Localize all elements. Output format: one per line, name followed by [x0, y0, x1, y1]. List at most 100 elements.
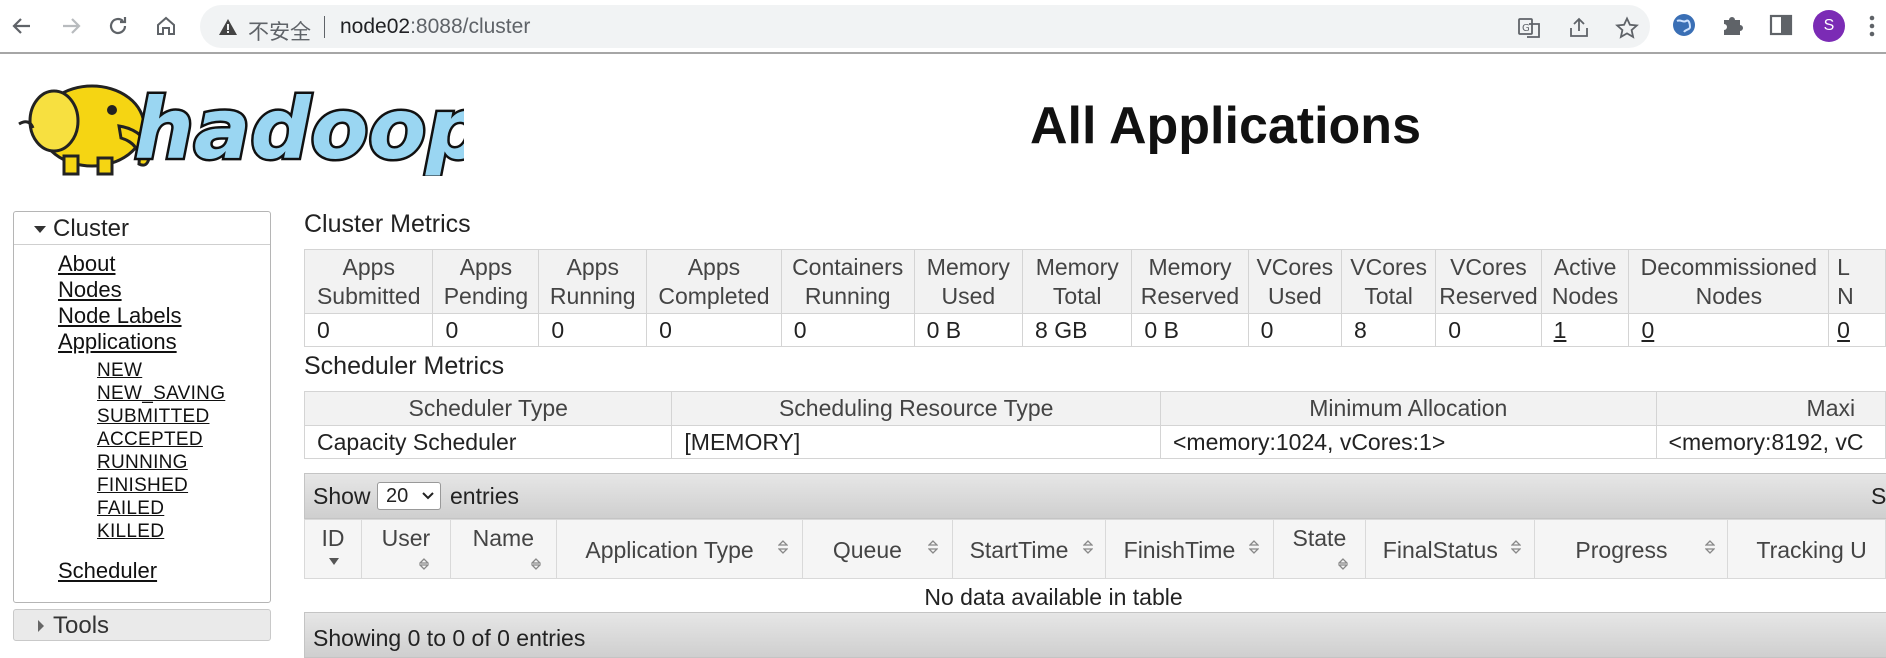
header-line: Apps	[687, 253, 741, 280]
sidebar-state-killed[interactable]: KILLED	[97, 521, 164, 543]
security-label: 不安全	[248, 20, 311, 44]
column-label: Name	[472, 525, 535, 551]
header-line: Memory	[1148, 253, 1232, 280]
scheduler-max-allocation-value: <memory:8192, vC	[1655, 425, 1886, 459]
header-line: Completed	[658, 282, 770, 309]
cluster-metrics-title: Cluster Metrics	[304, 210, 471, 238]
omnibox-divider	[324, 16, 325, 38]
header-line: VCores	[1350, 253, 1427, 280]
sort-icon	[778, 540, 788, 554]
sidebar-state-new-saving[interactable]: NEW_SAVING	[97, 383, 225, 405]
url-host: node02	[340, 15, 411, 38]
sidebar-state-finished[interactable]: FINISHED	[97, 475, 188, 497]
header-line: Memory	[926, 253, 1010, 280]
translate-icon[interactable]: G	[1517, 16, 1541, 40]
column-state[interactable]: State	[1272, 519, 1367, 579]
sidebar-state-new[interactable]: NEW	[97, 360, 142, 382]
sidebar-state-submitted[interactable]: SUBMITTED	[97, 406, 209, 428]
reload-button[interactable]	[102, 10, 134, 42]
header-line: Apps	[459, 253, 513, 280]
metric-header: Memory Reserved	[1131, 249, 1249, 314]
sidebar-link-nodes[interactable]: Nodes	[58, 277, 122, 303]
forward-button[interactable]	[55, 10, 87, 42]
scheduler-header-resource-type: Scheduling Resource Type	[671, 391, 1161, 426]
triangle-down-icon	[34, 226, 46, 233]
metric-header: LN	[1828, 249, 1886, 314]
column-start-time[interactable]: StartTime	[951, 519, 1107, 579]
metric-apps-pending: 0	[432, 313, 540, 347]
scheduler-type-value: Capacity Scheduler	[303, 425, 673, 459]
scheduler-header-max-allocation: Maxi	[1655, 391, 1886, 426]
metric-lost-nodes-cell: 0	[1828, 313, 1886, 347]
home-icon	[157, 16, 175, 35]
metric-vcores-total: 8	[1340, 313, 1437, 347]
column-label: ID	[321, 525, 345, 551]
page-size-select[interactable]: 20	[377, 482, 441, 510]
column-name[interactable]: Name	[449, 519, 558, 579]
column-label: State	[1292, 525, 1347, 551]
sort-icon	[1705, 540, 1716, 554]
column-progress[interactable]: Progress	[1534, 519, 1729, 579]
header-line: Active	[1553, 253, 1617, 280]
column-user[interactable]: User	[361, 519, 451, 579]
back-button[interactable]	[6, 10, 38, 42]
column-finish-time[interactable]: FinishTime	[1105, 519, 1274, 579]
header-line: Nodes	[1695, 282, 1763, 309]
column-label: User	[381, 525, 431, 551]
share-icon[interactable]	[1567, 16, 1591, 40]
sidebar-tools-header[interactable]: Tools	[13, 609, 271, 641]
sidebar-link-node-labels[interactable]: Node Labels	[58, 303, 182, 329]
column-queue[interactable]: Queue	[802, 519, 953, 579]
header-line: Total	[1364, 282, 1413, 309]
column-tracking-ui[interactable]: Tracking U	[1727, 519, 1886, 579]
datatable-toolbar: Show 20 entries Se	[304, 473, 1886, 519]
metric-memory-reserved: 0 B	[1131, 313, 1249, 347]
show-label: Show	[313, 483, 371, 509]
home-button[interactable]	[150, 10, 182, 42]
metric-decommissioned-nodes-cell: 0	[1628, 313, 1830, 347]
sidebar-state-accepted[interactable]: ACCEPTED	[97, 429, 203, 451]
sidebar-link-scheduler[interactable]: Scheduler	[58, 558, 157, 584]
decommissioned-nodes-link[interactable]: 0	[1641, 317, 1654, 343]
metric-apps-running: 0	[538, 313, 648, 347]
metric-vcores-reserved: 0	[1435, 313, 1542, 347]
kebab-menu-icon[interactable]	[1868, 14, 1876, 38]
sort-icon	[1082, 540, 1093, 554]
address-bar[interactable]: 不安全 node02:8088/cluster G	[200, 5, 1650, 48]
lost-nodes-link[interactable]: 0	[1837, 317, 1850, 343]
header-line: Containers	[792, 253, 904, 280]
column-label: Tracking U	[1756, 537, 1867, 563]
header-line: Apps	[566, 253, 619, 280]
column-application-type[interactable]: Application Type	[555, 519, 804, 579]
sort-desc-icon	[329, 558, 339, 565]
sidebar-state-failed[interactable]: FAILED	[97, 498, 164, 520]
sidebar-link-applications[interactable]: Applications	[58, 329, 177, 355]
column-id[interactable]: ID	[303, 519, 363, 579]
column-label: Queue	[832, 537, 902, 563]
metric-active-nodes-cell: 1	[1540, 313, 1630, 347]
cluster-metrics-table: Apps Submitted Apps Pending Apps Running Ap…	[303, 249, 1886, 347]
sidebar-link-about[interactable]: About	[58, 251, 116, 277]
active-nodes-link[interactable]: 1	[1554, 317, 1567, 343]
tools-section-label: Tools	[53, 612, 110, 639]
header-line: VCores	[1450, 253, 1527, 280]
puzzle-icon[interactable]	[1720, 12, 1746, 38]
metric-apps-submitted: 0	[303, 313, 434, 347]
scheduler-min-allocation-value: <memory:1024, vCores:1>	[1159, 425, 1657, 459]
table-info: Showing 0 to 0 of 0 entries	[313, 625, 586, 651]
column-final-status[interactable]: FinalStatus	[1365, 519, 1536, 579]
sidebar-state-running[interactable]: RUNNING	[97, 452, 188, 474]
cluster-section-header[interactable]: Cluster	[14, 212, 270, 245]
browser-toolbar: 不安全 node02:8088/cluster G S	[0, 0, 1886, 54]
column-label: FinishTime	[1123, 537, 1236, 563]
header-line: Reserved	[1140, 282, 1240, 309]
arrow-right-icon	[63, 18, 81, 34]
profile-avatar[interactable]: S	[1813, 10, 1845, 42]
cluster-section-label: Cluster	[53, 215, 130, 242]
star-icon[interactable]	[1615, 16, 1639, 40]
applications-table: ID User Name Application Type Queue Star…	[303, 519, 1886, 615]
side-panel-icon[interactable]	[1768, 12, 1794, 38]
extension-globe-icon[interactable]	[1671, 12, 1697, 38]
arrow-left-icon	[12, 18, 30, 34]
column-label: Progress	[1575, 537, 1668, 563]
